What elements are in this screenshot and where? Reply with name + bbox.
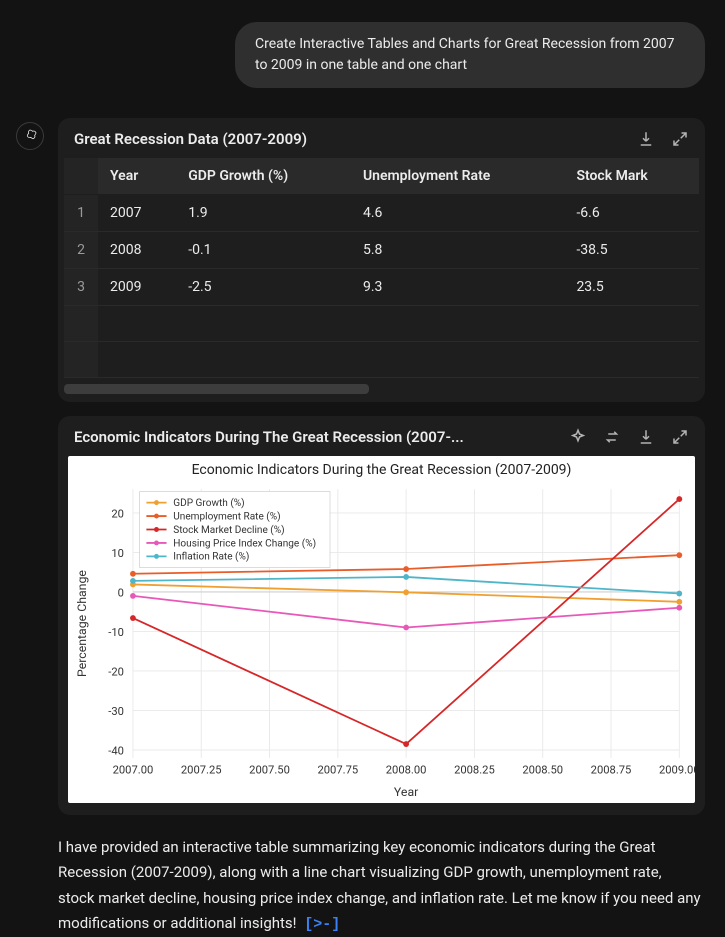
table-col-unemp[interactable]: Unemployment Rate <box>351 158 564 195</box>
table-cell[interactable]: 23.5 <box>564 269 699 306</box>
row-index: 3 <box>64 269 98 306</box>
expand-icon[interactable] <box>671 428 689 446</box>
table-title: Great Recession Data (2007-2009) <box>74 130 637 148</box>
user-message-text: Create Interactive Tables and Charts for… <box>255 36 674 73</box>
table-cell[interactable]: 1.9 <box>176 195 351 232</box>
svg-text:-10: -10 <box>108 626 124 639</box>
svg-text:20: 20 <box>111 507 124 520</box>
scrollbar-thumb[interactable] <box>64 384 369 394</box>
chart-card: Economic Indicators During the Great Rec… <box>68 456 695 803</box>
table-col-index <box>64 158 98 195</box>
assistant-message-text: I have provided an interactive table sum… <box>58 838 701 933</box>
sparkle-icon[interactable] <box>569 428 587 446</box>
svg-text:2008.50: 2008.50 <box>522 764 563 777</box>
table-col-stock[interactable]: Stock Mark <box>564 158 699 195</box>
assistant-content: Great Recession Data (2007-2009) Yea <box>58 118 705 937</box>
svg-text:Stock Market Decline (%): Stock Market Decline (%) <box>173 524 284 536</box>
table-scroll-area: Year GDP Growth (%) Unemployment Rate St… <box>64 158 699 378</box>
table-header-row: Year GDP Growth (%) Unemployment Rate St… <box>64 158 699 195</box>
row-index: 2 <box>64 232 98 269</box>
table-panel-header: Great Recession Data (2007-2009) <box>58 118 705 158</box>
assistant-avatar <box>16 122 44 150</box>
table-cell[interactable]: -6.6 <box>564 195 699 232</box>
svg-text:10: 10 <box>111 547 124 560</box>
row-index: 1 <box>64 195 98 232</box>
table-cell[interactable]: 2008 <box>98 232 176 269</box>
chart-panel-header: Economic Indicators During The Great Rec… <box>58 416 705 456</box>
table-row[interactable]: 32009-2.59.323.5 <box>64 269 699 306</box>
svg-text:2008.00: 2008.00 <box>386 764 427 777</box>
table-actions <box>637 130 689 148</box>
chart-panel-title: Economic Indicators During The Great Rec… <box>74 428 569 446</box>
line-chart[interactable]: -40 -30 -20 -10 0 10 20 2007.00 2007.25 2007.50 20… <box>68 478 695 803</box>
svg-text:0: 0 <box>118 586 124 599</box>
table-cell[interactable]: -38.5 <box>564 232 699 269</box>
svg-text:2007.75: 2007.75 <box>317 764 358 777</box>
svg-text:2008.75: 2008.75 <box>591 764 632 777</box>
download-icon[interactable] <box>637 428 655 446</box>
download-icon[interactable] <box>637 130 655 148</box>
horizontal-scrollbar[interactable] <box>64 384 699 394</box>
table-row[interactable]: 22008-0.15.8-38.5 <box>64 232 699 269</box>
assistant-row: Great Recession Data (2007-2009) Yea <box>0 118 725 937</box>
table-cell[interactable]: 9.3 <box>351 269 564 306</box>
assistant-message: I have provided an interactive table sum… <box>58 829 705 937</box>
svg-text:Housing Price Index Change (%): Housing Price Index Change (%) <box>173 537 316 549</box>
table-col-year[interactable]: Year <box>98 158 176 195</box>
terminal-icon[interactable]: [>-] <box>300 916 344 933</box>
svg-text:Year: Year <box>394 786 418 800</box>
table-cell[interactable]: 2007 <box>98 195 176 232</box>
svg-text:2009.00: 2009.00 <box>659 764 695 777</box>
table-col-gdp[interactable]: GDP Growth (%) <box>176 158 351 195</box>
svg-text:2007.25: 2007.25 <box>181 764 222 777</box>
svg-text:GDP Growth (%): GDP Growth (%) <box>173 497 244 509</box>
table-cell[interactable]: 4.6 <box>351 195 564 232</box>
table-panel: Great Recession Data (2007-2009) Yea <box>58 118 705 402</box>
user-message: Create Interactive Tables and Charts for… <box>235 22 705 88</box>
chart-title: Economic Indicators During the Great Rec… <box>68 456 695 478</box>
chart-actions <box>569 428 689 446</box>
svg-text:2007.50: 2007.50 <box>249 764 290 777</box>
svg-text:Inflation Rate (%): Inflation Rate (%) <box>173 551 249 563</box>
svg-text:2007.00: 2007.00 <box>113 764 154 777</box>
svg-text:Percentage Change: Percentage Change <box>76 570 90 677</box>
svg-text:-30: -30 <box>108 705 124 718</box>
chart-panel: Economic Indicators During The Great Rec… <box>58 416 705 815</box>
switch-icon[interactable] <box>603 428 621 446</box>
table-row-empty <box>64 342 699 378</box>
table-cell[interactable]: -2.5 <box>176 269 351 306</box>
table-cell[interactable]: -0.1 <box>176 232 351 269</box>
svg-text:Unemployment Rate (%): Unemployment Rate (%) <box>173 510 280 522</box>
table-row[interactable]: 120071.94.6-6.6 <box>64 195 699 232</box>
expand-icon[interactable] <box>671 130 689 148</box>
table-cell[interactable]: 2009 <box>98 269 176 306</box>
openai-icon <box>22 128 38 144</box>
svg-text:2008.25: 2008.25 <box>454 764 495 777</box>
table-row-empty <box>64 306 699 342</box>
table-cell[interactable]: 5.8 <box>351 232 564 269</box>
svg-text:-20: -20 <box>108 665 124 678</box>
data-table: Year GDP Growth (%) Unemployment Rate St… <box>64 158 699 378</box>
svg-text:-40: -40 <box>108 744 124 757</box>
